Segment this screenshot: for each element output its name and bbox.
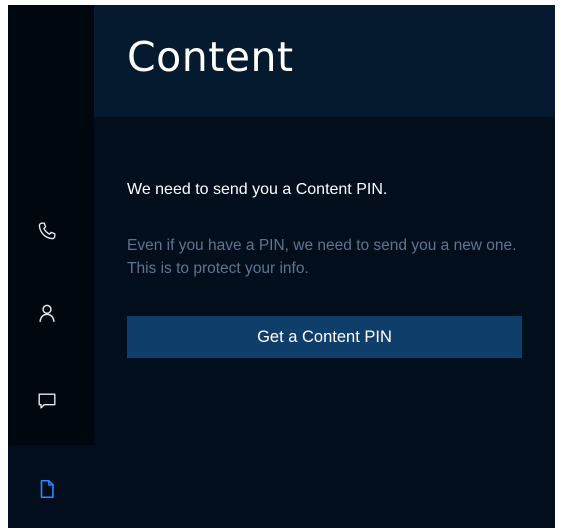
page-title: Content <box>127 33 294 81</box>
nav-item-content-icon-wrap <box>34 476 60 502</box>
page-header: Content <box>94 5 555 117</box>
navigation-rail <box>8 5 94 445</box>
nav-item-content[interactable] <box>8 445 94 528</box>
content-window: Content We need to send you a Content PI… <box>8 5 555 528</box>
nav-item-people[interactable] <box>34 300 60 326</box>
document-icon <box>40 479 54 499</box>
get-content-pin-button[interactable]: Get a Content PIN <box>127 316 522 358</box>
pin-description: Even if you have a PIN, we need to send … <box>127 237 517 277</box>
pin-heading: We need to send you a Content PIN. <box>127 181 388 198</box>
chat-icon <box>38 393 56 409</box>
nav-item-messages[interactable] <box>34 388 60 414</box>
phone-icon <box>38 222 56 240</box>
pin-prompt: We need to send you a Content PIN. Even … <box>127 180 537 280</box>
person-icon <box>39 304 55 322</box>
nav-item-calls[interactable] <box>34 218 60 244</box>
